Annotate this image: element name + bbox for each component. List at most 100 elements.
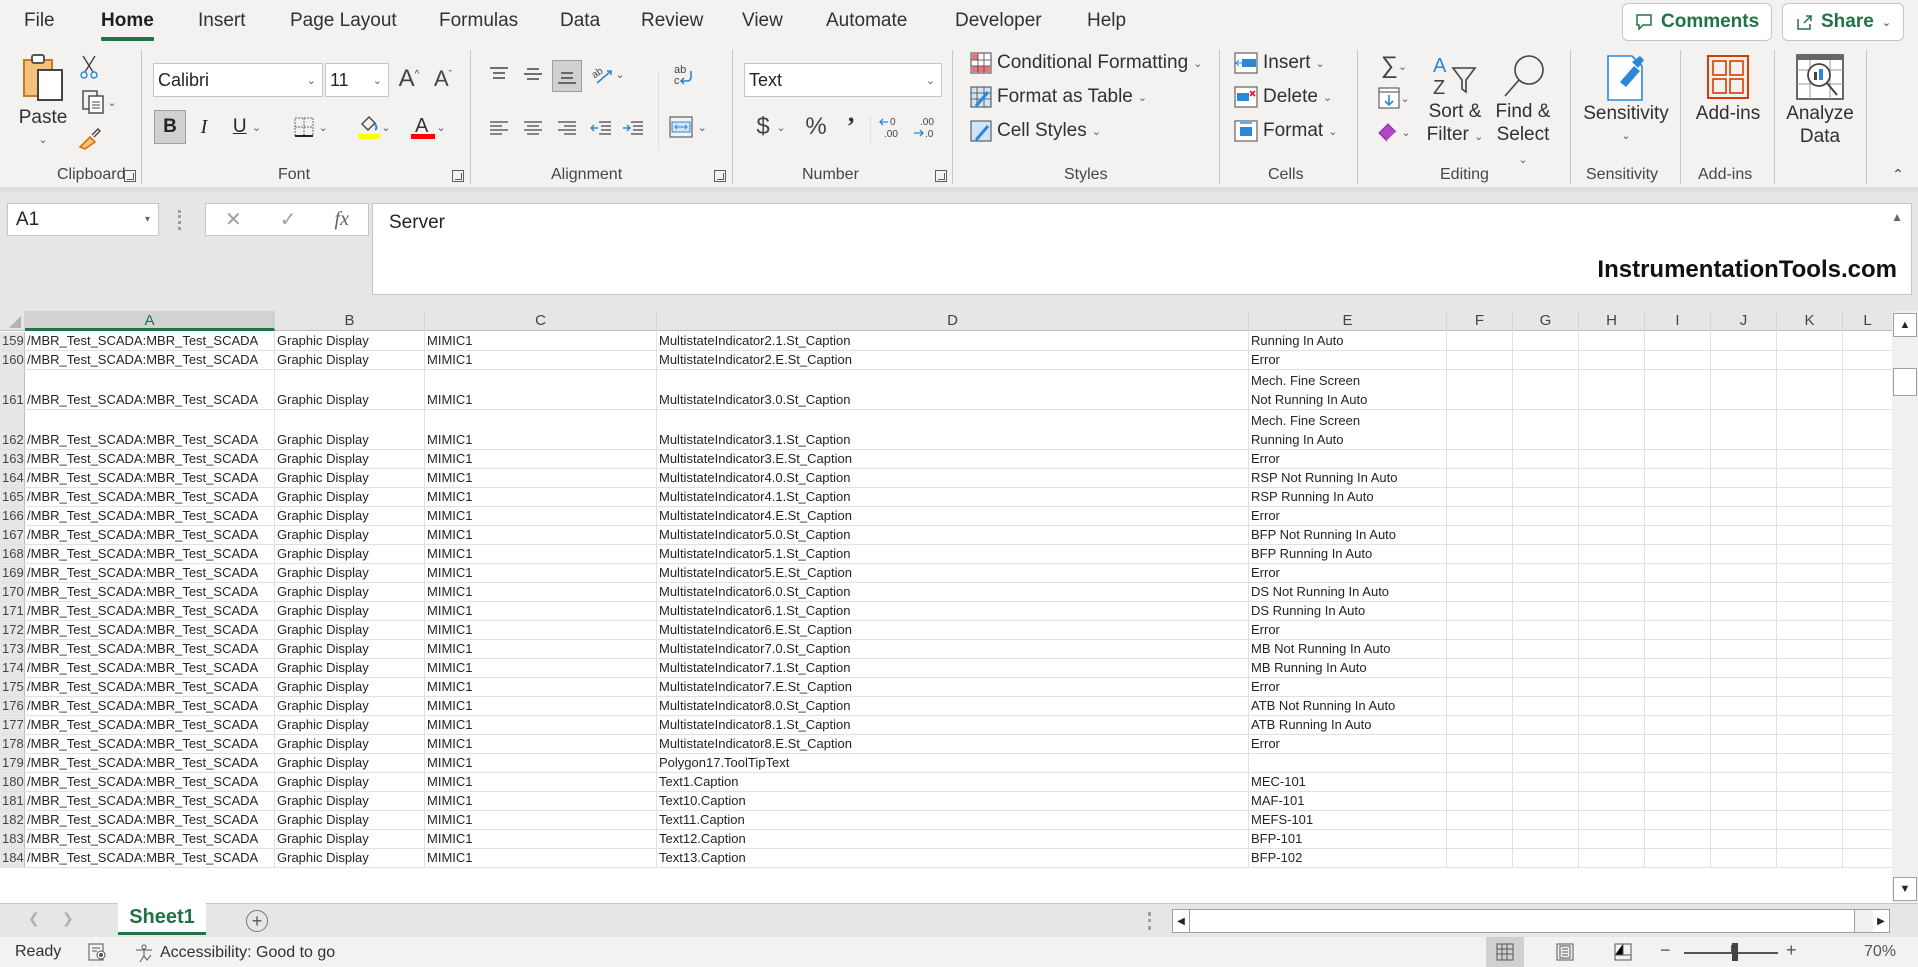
cell-b166[interactable]: Graphic Display [275,507,425,525]
font-size-combo[interactable]: 11 ⌄ [325,63,389,97]
cell-l168[interactable] [1843,545,1892,563]
cell-l162[interactable] [1843,410,1892,449]
formula-bar-splitter[interactable] [178,210,182,230]
bottom-align-button[interactable] [552,60,582,92]
row-header[interactable]: 177 [0,716,25,734]
cell-d165[interactable]: MultistateIndicator4.1.St_Caption [657,488,1249,506]
cell-d175[interactable]: MultistateIndicator7.E.St_Caption [657,678,1249,696]
cell-j177[interactable] [1711,716,1777,734]
cell-e178[interactable]: Error [1249,735,1447,753]
cell-c168[interactable]: MIMIC1 [425,545,657,563]
cell-f159[interactable] [1447,332,1513,350]
cell-i165[interactable] [1645,488,1711,506]
column-header-f[interactable]: F [1447,311,1513,331]
cell-h166[interactable] [1579,507,1645,525]
delete-cells-button[interactable]: Delete ⌄ [1234,86,1332,108]
cell-h176[interactable] [1579,697,1645,715]
format-cells-button[interactable]: Format ⌄ [1234,120,1337,142]
cell-b167[interactable]: Graphic Display [275,526,425,544]
cell-e169[interactable]: Error [1249,564,1447,582]
scroll-right-button[interactable]: ▶ [1873,910,1889,932]
cell-b174[interactable]: Graphic Display [275,659,425,677]
cell-c178[interactable]: MIMIC1 [425,735,657,753]
cell-f167[interactable] [1447,526,1513,544]
cell-e167[interactable]: BFP Not Running In Auto [1249,526,1447,544]
cell-f180[interactable] [1447,773,1513,791]
cell-j176[interactable] [1711,697,1777,715]
zoom-out-button[interactable]: − [1660,940,1671,961]
cell-c172[interactable]: MIMIC1 [425,621,657,639]
cell-g168[interactable] [1513,545,1579,563]
font-name-combo[interactable]: Calibri ⌄ [153,63,323,97]
row-header[interactable]: 163 [0,450,25,468]
vertical-scrollbar[interactable]: ▲ ▼ [1892,311,1918,903]
column-header-e[interactable]: E [1249,311,1447,331]
cell-b171[interactable]: Graphic Display [275,602,425,620]
cell-g181[interactable] [1513,792,1579,810]
cell-c164[interactable]: MIMIC1 [425,469,657,487]
tab-developer[interactable]: Developer [955,10,1042,32]
cell-c162[interactable]: MIMIC1 [425,410,657,449]
cell-i162[interactable] [1645,410,1711,449]
row-header[interactable]: 170 [0,583,25,601]
insert-cells-button[interactable]: Insert ⌄ [1234,52,1325,74]
cell-f175[interactable] [1447,678,1513,696]
cell-l169[interactable] [1843,564,1892,582]
cell-h168[interactable] [1579,545,1645,563]
row-header[interactable]: 162 [0,410,25,449]
decrease-indent-button[interactable] [588,114,614,142]
cell-i169[interactable] [1645,564,1711,582]
cell-k159[interactable] [1777,332,1843,350]
cell-l183[interactable] [1843,830,1892,848]
cell-l160[interactable] [1843,351,1892,369]
cell-b182[interactable]: Graphic Display [275,811,425,829]
cell-e179[interactable] [1249,754,1447,772]
decrease-decimal-button[interactable]: .00.0 [910,110,940,144]
row-header[interactable]: 173 [0,640,25,658]
cell-c167[interactable]: MIMIC1 [425,526,657,544]
cell-f184[interactable] [1447,849,1513,867]
cell-b180[interactable]: Graphic Display [275,773,425,791]
cell-a174[interactable]: /MBR_Test_SCADA:MBR_Test_SCADA [25,659,275,677]
cell-k165[interactable] [1777,488,1843,506]
cell-f171[interactable] [1447,602,1513,620]
tab-automate[interactable]: Automate [826,10,907,32]
cell-b173[interactable]: Graphic Display [275,640,425,658]
cell-l184[interactable] [1843,849,1892,867]
cell-j172[interactable] [1711,621,1777,639]
cell-i172[interactable] [1645,621,1711,639]
cell-j166[interactable] [1711,507,1777,525]
cell-d176[interactable]: MultistateIndicator8.0.St_Caption [657,697,1249,715]
cell-e184[interactable]: BFP-102 [1249,849,1447,867]
cell-c161[interactable]: MIMIC1 [425,370,657,409]
cell-i170[interactable] [1645,583,1711,601]
cell-c174[interactable]: MIMIC1 [425,659,657,677]
tab-data[interactable]: Data [560,10,600,32]
cell-d160[interactable]: MultistateIndicator2.E.St_Caption [657,351,1249,369]
cell-k162[interactable] [1777,410,1843,449]
conditional-formatting-button[interactable]: Conditional Formatting ⌄ [970,52,1202,74]
add-ins-button[interactable]: Add-ins [1690,52,1766,125]
cell-h182[interactable] [1579,811,1645,829]
row-header[interactable]: 175 [0,678,25,696]
copy-button[interactable]: ⌄ [76,88,122,116]
row-header[interactable]: 180 [0,773,25,791]
cell-a176[interactable]: /MBR_Test_SCADA:MBR_Test_SCADA [25,697,275,715]
tab-home[interactable]: Home [101,10,154,41]
cell-l172[interactable] [1843,621,1892,639]
page-layout-view-button[interactable] [1546,937,1584,967]
cell-k163[interactable] [1777,450,1843,468]
cell-e168[interactable]: BFP Running In Auto [1249,545,1447,563]
row-header[interactable]: 169 [0,564,25,582]
cell-g172[interactable] [1513,621,1579,639]
cell-j179[interactable] [1711,754,1777,772]
cell-i181[interactable] [1645,792,1711,810]
tab-formulas[interactable]: Formulas [439,10,518,32]
cell-d163[interactable]: MultistateIndicator3.E.St_Caption [657,450,1249,468]
cell-c163[interactable]: MIMIC1 [425,450,657,468]
cell-b160[interactable]: Graphic Display [275,351,425,369]
cell-j183[interactable] [1711,830,1777,848]
cell-i164[interactable] [1645,469,1711,487]
cell-g169[interactable] [1513,564,1579,582]
clipboard-dialog-launcher[interactable] [124,170,136,182]
